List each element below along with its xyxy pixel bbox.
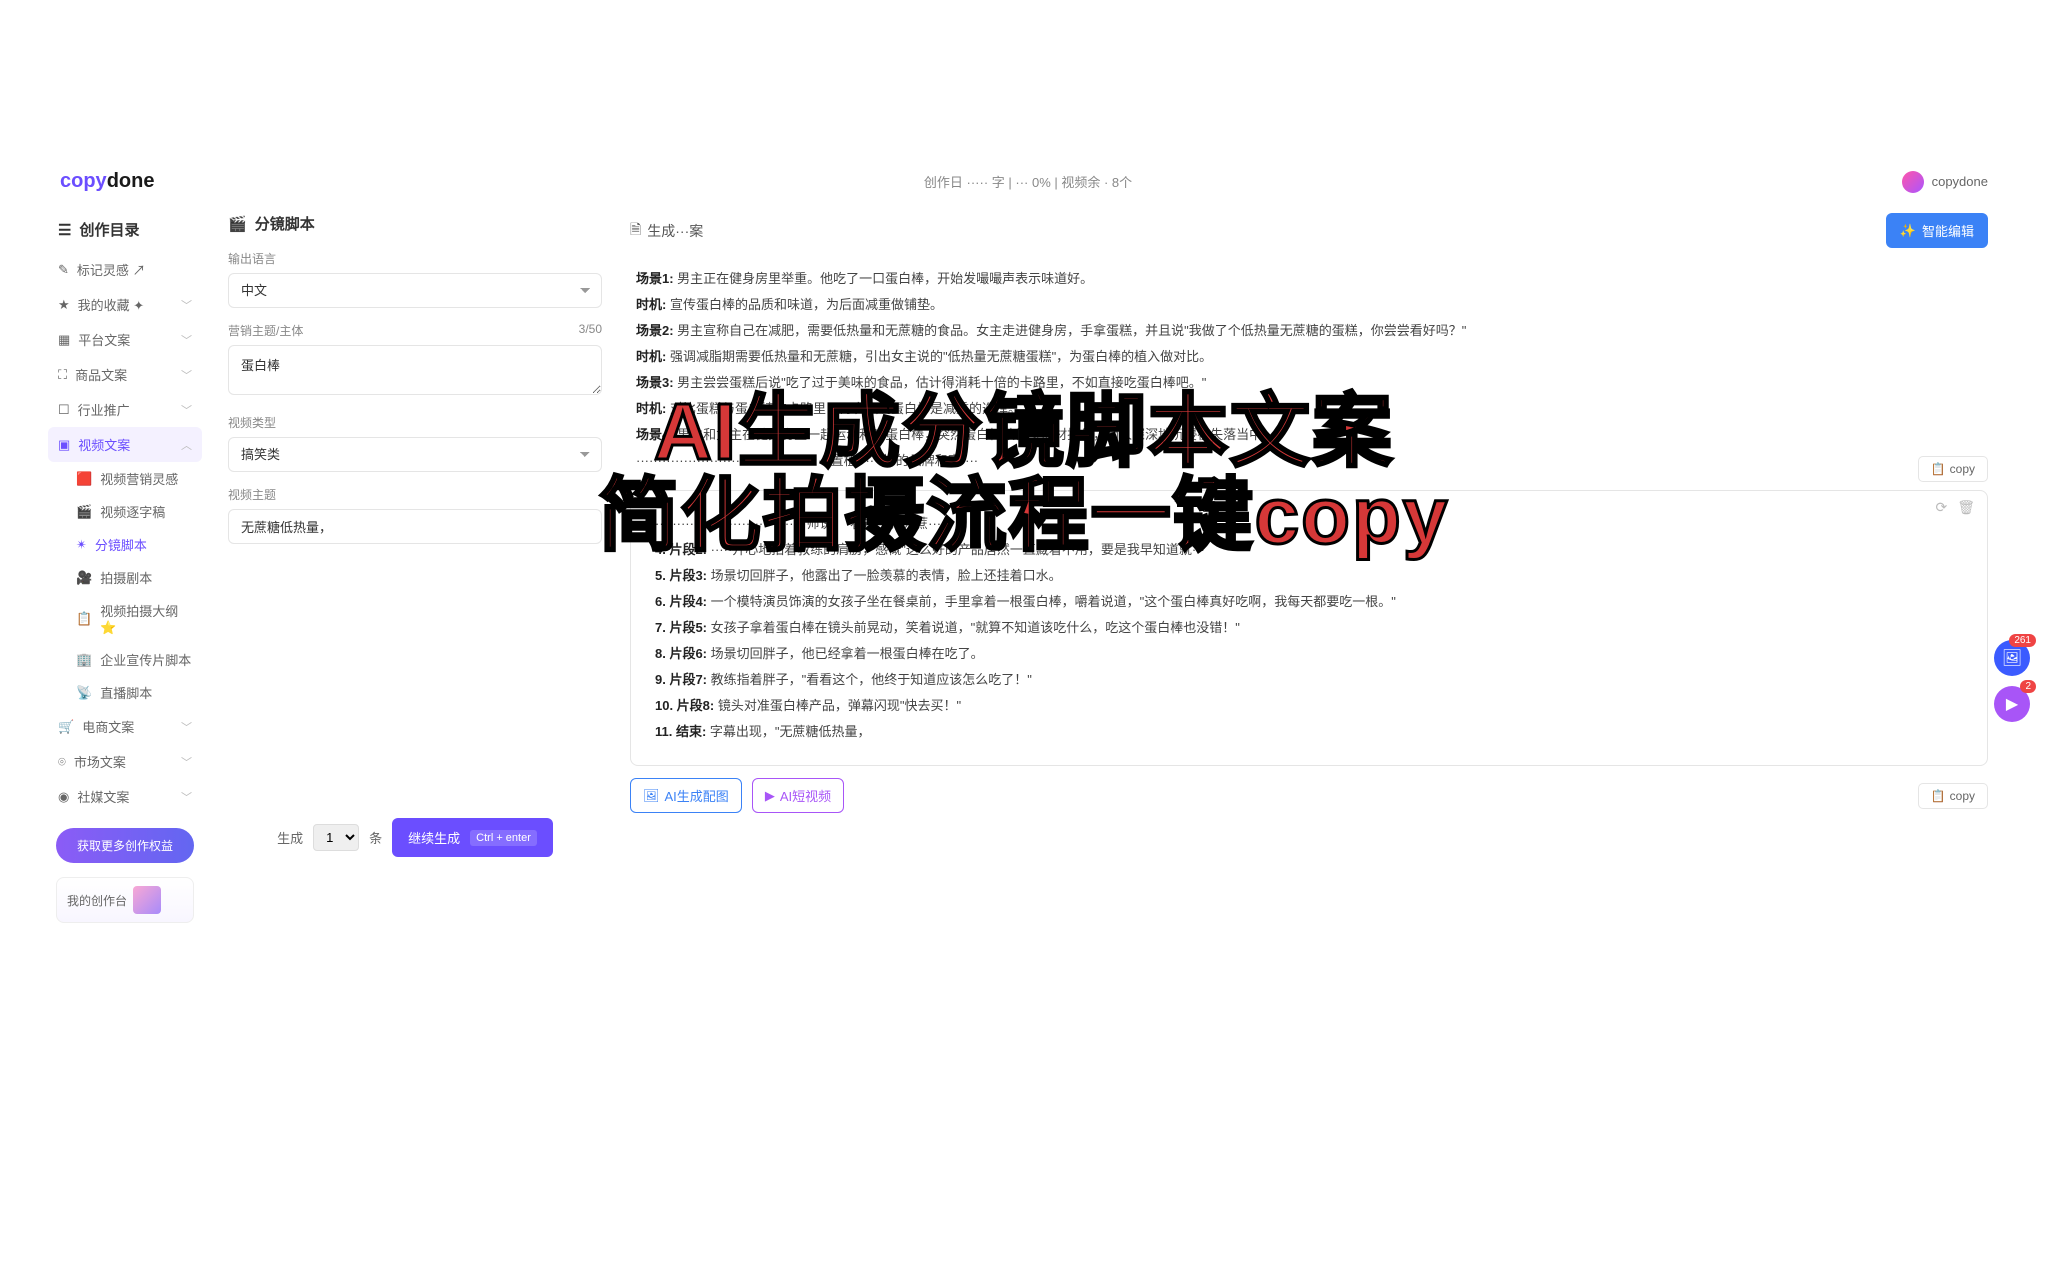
image-icon: 🖼 bbox=[643, 788, 660, 804]
upgrade-button[interactable]: 获取更多创作权益 bbox=[56, 828, 194, 863]
copy-icon: 📋 bbox=[1931, 462, 1946, 476]
target-icon: ⌾ bbox=[58, 754, 66, 770]
sidebar-item-video[interactable]: ▣视频文案︿ bbox=[48, 427, 202, 462]
copy-button-1[interactable]: 📋copy bbox=[1918, 456, 1988, 482]
building-icon: 🏢 bbox=[76, 652, 92, 668]
output-title: 🗎生成···案 bbox=[630, 219, 703, 243]
bulb-icon: 🟥 bbox=[76, 471, 92, 487]
play-icon: ▶ bbox=[2006, 694, 2018, 714]
chevron-down-icon: ﹀ bbox=[181, 297, 192, 313]
chevron-up-icon: ︿ bbox=[181, 437, 192, 453]
lang-label: 输出语言 bbox=[228, 250, 602, 267]
chevron-down-icon: ﹀ bbox=[181, 332, 192, 348]
gen-label: 生成 bbox=[277, 828, 303, 847]
form-panel: 🎬分镜脚本 输出语言 中文 营销主题/主体3/50 蛋白棒 视频类型 搞笑类 视… bbox=[210, 203, 620, 943]
sidebar-title: ☰创作目录 bbox=[48, 213, 202, 246]
badge-count: 2 bbox=[2020, 680, 2036, 693]
broadcast-icon: 📡 bbox=[76, 685, 92, 701]
delete-icon[interactable]: 🗑 bbox=[1957, 499, 1975, 516]
sidebar-item-social[interactable]: ◉社媒文案﹀ bbox=[48, 779, 202, 814]
sidebar-item-market[interactable]: ⌾市场文案﹀ bbox=[48, 744, 202, 779]
pen-icon: ✎ bbox=[58, 262, 69, 278]
topic-input[interactable]: 蛋白棒 bbox=[228, 345, 602, 395]
output-card-2: ⟳ 🗑 ···································师… bbox=[630, 490, 1988, 766]
sub-video-inspire[interactable]: 🟥视频营销灵感 bbox=[66, 462, 202, 495]
copy-button-2[interactable]: 📋copy bbox=[1918, 783, 1988, 809]
type-select[interactable]: 搞笑类 bbox=[228, 437, 602, 472]
sub-livestream[interactable]: 📡直播脚本 bbox=[66, 676, 202, 709]
output-result-2: ···································师说，"看… bbox=[649, 507, 1969, 749]
generate-button[interactable]: 继续生成Ctrl + enter bbox=[392, 818, 553, 857]
float-image-button[interactable]: 🖼261 bbox=[1994, 640, 2030, 676]
sub-corporate[interactable]: 🏢企业宣传片脚本 bbox=[66, 643, 202, 676]
topic-label: 营销主题/主体3/50 bbox=[228, 322, 602, 339]
grid-icon: ▦ bbox=[58, 332, 70, 348]
sub-video-transcript[interactable]: 🎬视频逐字稿 bbox=[66, 495, 202, 528]
sidebar-item-platform[interactable]: ▦平台文案﹀ bbox=[48, 322, 202, 357]
list-icon: ☰ bbox=[58, 221, 71, 239]
clipboard-icon: 📋 bbox=[76, 611, 92, 627]
top-usage: 创作日 ····· 字 | ··· 0% | 视频余 · 8个 bbox=[924, 172, 1132, 191]
clapper-icon: ✴ bbox=[76, 537, 87, 553]
doc-icon: 🗎 bbox=[630, 219, 641, 243]
float-video-button[interactable]: ▶2 bbox=[1994, 686, 2030, 722]
ai-video-button[interactable]: ▶AI短视频 bbox=[752, 778, 844, 813]
box-icon: ⛶ bbox=[58, 367, 67, 383]
type-label: 视频类型 bbox=[228, 414, 602, 431]
generate-row: 生成 1 条 继续生成Ctrl + enter bbox=[228, 818, 602, 857]
sidebar-item-industry[interactable]: ☐行业推广﹀ bbox=[48, 392, 202, 427]
sidebar-submenu: 🟥视频营销灵感 🎬视频逐字稿 ✴分镜脚本 🎥拍摄剧本 📋视频拍摄大纲 ⭐ 🏢企业… bbox=[48, 462, 202, 709]
card-tools: ⟳ 🗑 bbox=[1935, 499, 1975, 516]
gen-count-select[interactable]: 1 bbox=[313, 824, 359, 851]
chevron-down-icon: ﹀ bbox=[181, 719, 192, 735]
cart-icon: 🛒 bbox=[58, 719, 74, 735]
camera-icon: 🎥 bbox=[76, 570, 92, 586]
sub-outline[interactable]: 📋视频拍摄大纲 ⭐ bbox=[66, 594, 202, 643]
workbench-button[interactable]: 我的创作台 bbox=[56, 877, 194, 923]
video-icon: ▣ bbox=[58, 437, 70, 453]
username: copydone bbox=[1932, 174, 1988, 189]
ai-image-button[interactable]: 🖼AI生成配图 bbox=[630, 778, 742, 813]
sub-shoot-script[interactable]: 🎥拍摄剧本 bbox=[66, 561, 202, 594]
sidebar-item-fav[interactable]: ★我的收藏 ✦﹀ bbox=[48, 287, 202, 322]
sidebar-item-mark[interactable]: ✎标记灵感 ↗ bbox=[48, 252, 202, 287]
avatar-icon bbox=[1902, 171, 1924, 193]
play-icon: ▶ bbox=[765, 788, 775, 804]
film-icon: 🎬 bbox=[76, 504, 92, 520]
clapper-icon: 🎬 bbox=[228, 215, 247, 233]
share-icon: ◉ bbox=[58, 789, 69, 805]
float-badges: 🖼261 ▶2 bbox=[1994, 640, 2030, 722]
workbench-icon bbox=[133, 886, 161, 914]
sub-storyboard[interactable]: ✴分镜脚本 bbox=[66, 528, 202, 561]
theme-input[interactable] bbox=[228, 509, 602, 544]
chevron-down-icon: ﹀ bbox=[181, 789, 192, 805]
keyboard-hint: Ctrl + enter bbox=[470, 830, 537, 846]
sparkle-icon: ✨ bbox=[1900, 223, 1916, 239]
copy-icon: 📋 bbox=[1931, 789, 1946, 803]
top-bar: copydone 创作日 ····· 字 | ··· 0% | 视频余 · 8个… bbox=[40, 160, 2008, 203]
output-panel: 🗎生成···案 ✨智能编辑 场景1: 男主正在健身房里举重。他吃了一口蛋白棒，开… bbox=[620, 203, 2008, 943]
user-menu[interactable]: copydone bbox=[1902, 171, 1988, 193]
briefcase-icon: ☐ bbox=[58, 402, 70, 418]
smart-edit-button[interactable]: ✨智能编辑 bbox=[1886, 213, 1988, 248]
sidebar-item-product[interactable]: ⛶商品文案﹀ bbox=[48, 357, 202, 392]
logo[interactable]: copydone bbox=[60, 170, 154, 193]
form-title: 🎬分镜脚本 bbox=[228, 213, 602, 234]
badge-count: 261 bbox=[2009, 634, 2036, 647]
chevron-down-icon: ﹀ bbox=[181, 754, 192, 770]
sidebar-item-ecom[interactable]: 🛒电商文案﹀ bbox=[48, 709, 202, 744]
refresh-icon[interactable]: ⟳ bbox=[1935, 499, 1947, 516]
theme-label: 视频主题 bbox=[228, 486, 602, 503]
star-icon: ★ bbox=[58, 297, 70, 313]
chevron-down-icon: ﹀ bbox=[181, 367, 192, 383]
lang-select[interactable]: 中文 bbox=[228, 273, 602, 308]
chevron-down-icon: ﹀ bbox=[181, 402, 192, 418]
sidebar: ☰创作目录 ✎标记灵感 ↗ ★我的收藏 ✦﹀ ▦平台文案﹀ ⛶商品文案﹀ ☐行业… bbox=[40, 203, 210, 943]
output-result-1: 场景1: 男主正在健身房里举重。他吃了一口蛋白棒，开始发嘬嘬声表示味道好。时机:… bbox=[630, 262, 1988, 478]
gen-unit: 条 bbox=[369, 828, 382, 847]
image-icon: 🖼 bbox=[2002, 648, 2022, 668]
